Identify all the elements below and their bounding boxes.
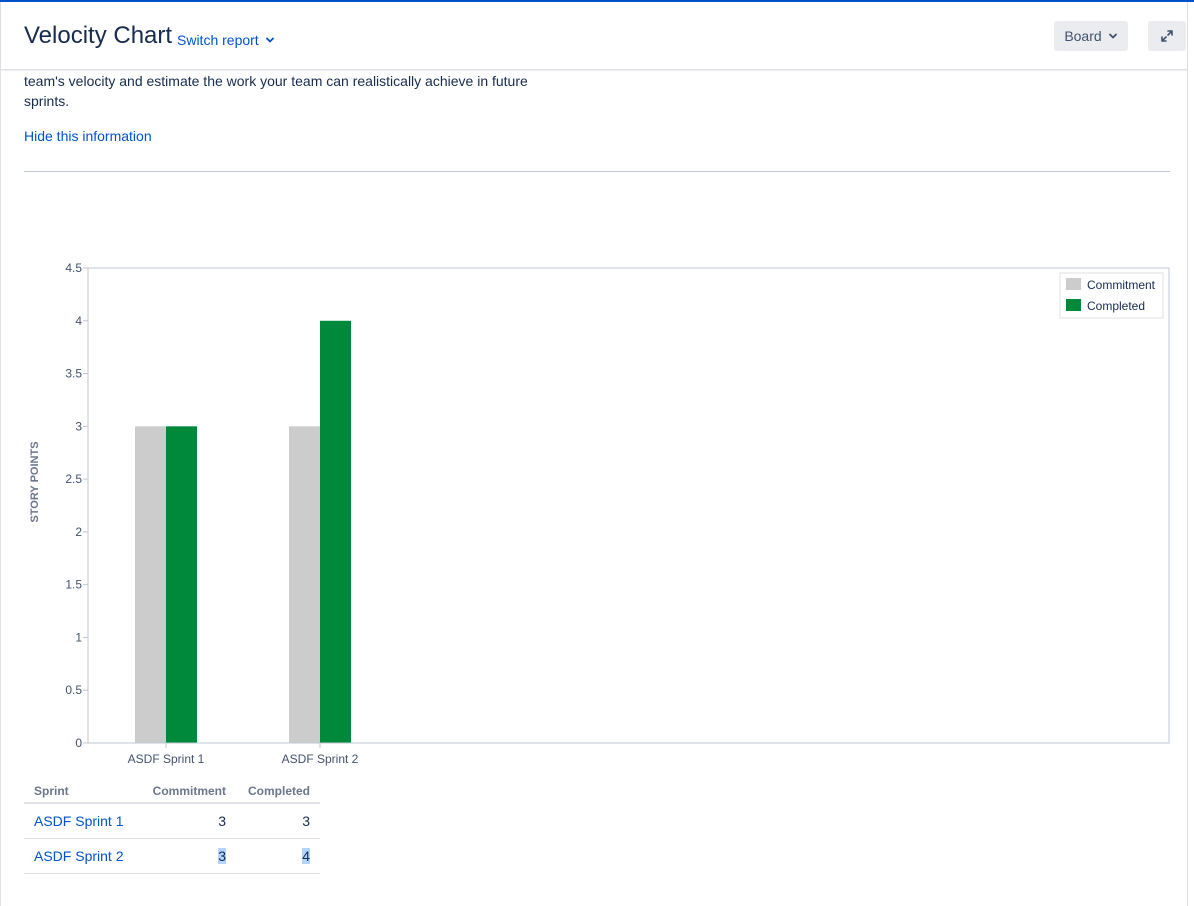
y-tick-label: 3.5 xyxy=(65,367,82,381)
completed-cell: 4 xyxy=(236,838,320,874)
velocity-chart: 00.511.522.533.544.5 ASDF Sprint 1 ASDF S… xyxy=(29,261,1170,766)
table-header-row: Sprint Commitment Completed xyxy=(24,780,320,804)
column-header-completed: Completed xyxy=(236,780,320,804)
column-header-commitment: Commitment xyxy=(134,780,236,804)
y-tick-label: 0 xyxy=(75,736,82,750)
x-tick-label: ASDF Sprint 2 xyxy=(282,752,359,766)
bar-commitment[interactable] xyxy=(289,426,320,743)
sprint-table: Sprint Commitment Completed ASDF Sprint … xyxy=(24,780,320,874)
sprint-link[interactable]: ASDF Sprint 1 xyxy=(34,813,123,829)
sprint-cell: ASDF Sprint 1 xyxy=(24,803,134,839)
legend-label-completed[interactable]: Completed xyxy=(1087,299,1145,313)
table-row: ASDF Sprint 1 3 3 xyxy=(24,803,320,839)
bars-layer xyxy=(135,320,351,743)
commitment-cell: 3 xyxy=(134,803,236,839)
completed-cell: 3 xyxy=(236,803,320,839)
y-tick-label: 4 xyxy=(75,314,82,328)
y-tick-label: 2 xyxy=(75,525,82,539)
y-tick-label: 0.5 xyxy=(65,683,82,697)
y-axis-label: STORY POINTS xyxy=(29,441,41,522)
column-header-sprint: Sprint xyxy=(24,780,134,804)
plot-area-border xyxy=(87,267,1170,744)
chart-legend[interactable]: Commitment Completed xyxy=(1059,272,1164,319)
y-tick-label: 3 xyxy=(75,419,82,433)
y-tick-label: 2.5 xyxy=(65,472,82,486)
legend-label-commitment[interactable]: Commitment xyxy=(1087,278,1156,292)
selected-text: 4 xyxy=(302,848,310,864)
table-row: ASDF Sprint 2 3 4 xyxy=(24,838,320,874)
y-axis: 0 0.5 1 1.5 2 2.5 3 3.5 4 4.5 xyxy=(65,261,88,750)
commitment-cell: 3 xyxy=(134,838,236,874)
y-tick-label: 1 xyxy=(75,630,82,644)
bar-completed[interactable] xyxy=(320,320,351,743)
x-axis: ASDF Sprint 1 ASDF Sprint 2 xyxy=(128,743,359,766)
bar-commitment[interactable] xyxy=(135,426,166,743)
bar-completed[interactable] xyxy=(166,426,197,743)
legend-swatch-commitment xyxy=(1066,278,1081,290)
y-tick-label: 4.5 xyxy=(65,261,82,275)
selected-text: 3 xyxy=(218,848,226,864)
x-tick-label: ASDF Sprint 1 xyxy=(128,752,205,766)
y-tick-label: 1.5 xyxy=(65,578,82,592)
sprint-cell: ASDF Sprint 2 xyxy=(24,838,134,874)
legend-swatch-completed xyxy=(1066,299,1081,311)
sprint-link[interactable]: ASDF Sprint 2 xyxy=(34,848,123,864)
